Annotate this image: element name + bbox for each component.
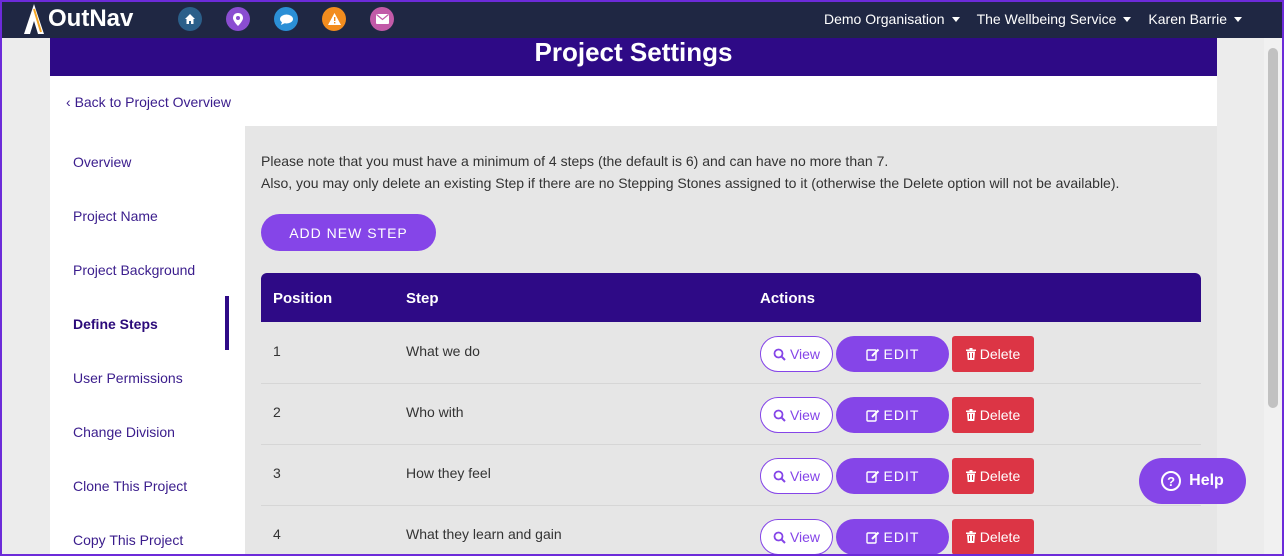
service-label: The Wellbeing Service (976, 11, 1117, 27)
table-row: 3 How they feel View EDIT Delete (261, 445, 1201, 506)
question-icon: ? (1161, 471, 1182, 491)
edit-icon (865, 531, 879, 544)
logo-mark-icon (24, 4, 44, 34)
edit-button[interactable]: EDIT (836, 519, 949, 555)
search-icon (773, 531, 786, 544)
view-button[interactable]: View (760, 397, 833, 433)
delete-label: Delete (979, 346, 1021, 362)
user-dropdown[interactable]: Karen Barrie (1148, 11, 1242, 27)
warning-icon[interactable] (322, 7, 346, 31)
row-step: What they learn and gain (406, 526, 562, 542)
edit-button[interactable]: EDIT (836, 397, 949, 433)
header-position: Position (273, 290, 333, 307)
back-link-label: Back to Project Overview (74, 94, 231, 110)
view-label: View (789, 529, 821, 545)
view-label: View (789, 468, 821, 484)
organisation-dropdown[interactable]: Demo Organisation (824, 11, 960, 27)
row-step: What we do (406, 343, 480, 359)
trash-icon (965, 531, 976, 543)
scrollbar-thumb[interactable] (1268, 48, 1278, 408)
steps-note-1: Please note that you must have a minimum… (261, 153, 889, 169)
nav-dropdowns: Demo Organisation The Wellbeing Service … (807, 0, 1242, 38)
settings-sidebar: Overview Project Name Project Background… (50, 126, 245, 556)
trash-icon (965, 409, 976, 421)
search-icon (773, 409, 786, 422)
location-pin-icon[interactable] (226, 7, 250, 31)
help-button[interactable]: ? Help (1139, 458, 1246, 504)
app-name: OutNav (48, 5, 134, 32)
page-scrollbar[interactable] (1264, 38, 1282, 556)
sidebar-item-project-background[interactable]: Project Background (73, 262, 195, 278)
view-label: View (789, 407, 821, 423)
delete-button[interactable]: Delete (952, 458, 1034, 494)
app-logo[interactable]: OutNav (22, 2, 133, 36)
row-position: 1 (273, 343, 281, 359)
delete-label: Delete (979, 468, 1021, 484)
row-position: 2 (273, 404, 281, 420)
table-row: 4 What they learn and gain View EDIT Del… (261, 506, 1201, 556)
steps-table-header: Position Step Actions (261, 273, 1201, 322)
edit-label: EDIT (883, 346, 920, 362)
row-step: Who with (406, 404, 464, 420)
delete-label: Delete (979, 529, 1021, 545)
add-new-step-button[interactable]: ADD NEW STEP (261, 214, 436, 251)
caret-down-icon (1123, 16, 1132, 22)
edit-label: EDIT (883, 529, 920, 545)
sidebar-item-clone-project[interactable]: Clone This Project (73, 478, 187, 494)
sidebar-item-change-division[interactable]: Change Division (73, 424, 175, 440)
edit-icon (865, 348, 879, 361)
trash-icon (965, 470, 976, 482)
home-icon[interactable] (178, 7, 202, 31)
help-label: Help (1189, 472, 1224, 489)
organisation-label: Demo Organisation (823, 11, 945, 27)
edit-icon (865, 470, 879, 483)
delete-button[interactable]: Delete (952, 336, 1034, 372)
page-title: Project Settings (534, 36, 733, 67)
edit-button[interactable]: EDIT (836, 336, 949, 372)
search-icon (773, 348, 786, 361)
table-row: 1 What we do View EDIT Delete (261, 323, 1201, 384)
delete-label: Delete (979, 407, 1021, 423)
search-icon (773, 470, 786, 483)
chevron-left-icon: ‹ (66, 94, 71, 110)
edit-icon (865, 409, 879, 422)
steps-panel: Please note that you must have a minimum… (245, 126, 1217, 556)
delete-button[interactable]: Delete (952, 519, 1034, 555)
sidebar-item-project-name[interactable]: Project Name (73, 208, 158, 224)
caret-down-icon (951, 16, 960, 22)
caret-down-icon (1234, 16, 1242, 22)
sidebar-item-copy-project[interactable]: Copy This Project (73, 532, 183, 548)
mail-icon[interactable] (370, 7, 394, 31)
back-bar: ‹ Back to Project Overview (50, 76, 1217, 126)
header-actions: Actions (760, 290, 816, 307)
service-dropdown[interactable]: The Wellbeing Service (977, 11, 1132, 27)
top-navbar: OutNav Demo Organisation The Wellbeing S… (0, 0, 1284, 38)
sidebar-item-define-steps[interactable]: Define Steps (73, 316, 158, 332)
chat-icon[interactable] (274, 7, 298, 31)
page-header-banner: Project Settings (50, 36, 1217, 76)
nav-icon-group (178, 7, 418, 31)
table-row: 2 Who with View EDIT Delete (261, 384, 1201, 445)
header-step: Step (406, 290, 439, 307)
trash-icon (965, 348, 976, 360)
back-to-overview-link[interactable]: ‹ Back to Project Overview (66, 94, 231, 110)
edit-label: EDIT (883, 468, 920, 484)
view-button[interactable]: View (760, 336, 833, 372)
sidebar-item-overview[interactable]: Overview (73, 154, 131, 170)
row-position: 4 (273, 526, 281, 542)
row-step: How they feel (406, 465, 491, 481)
edit-label: EDIT (883, 407, 920, 423)
view-button[interactable]: View (760, 519, 833, 555)
row-position: 3 (273, 465, 281, 481)
delete-button[interactable]: Delete (952, 397, 1034, 433)
edit-button[interactable]: EDIT (836, 458, 949, 494)
steps-note-2: Also, you may only delete an existing St… (261, 175, 1120, 191)
sidebar-item-user-permissions[interactable]: User Permissions (73, 370, 183, 386)
view-label: View (789, 346, 821, 362)
active-indicator (225, 296, 229, 350)
user-label: Karen Barrie (1148, 11, 1227, 27)
view-button[interactable]: View (760, 458, 833, 494)
